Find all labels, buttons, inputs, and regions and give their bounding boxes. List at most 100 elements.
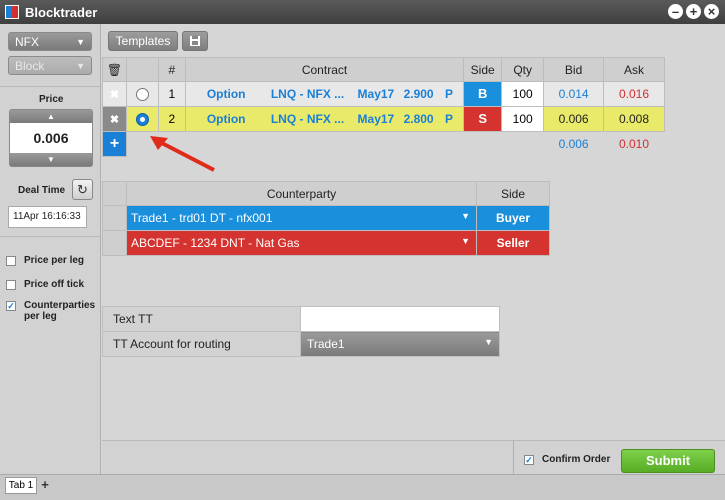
table-row[interactable]: Trade1 - trd01 DT - nfx001 ▼ Buyer bbox=[102, 205, 550, 231]
side-buy-button[interactable]: B bbox=[463, 81, 503, 107]
price-down-arrow-icon[interactable]: ▼ bbox=[10, 153, 92, 166]
gutter-cell bbox=[102, 205, 127, 231]
delete-all-icon[interactable]: 🗑 bbox=[102, 57, 127, 82]
chevron-down-icon: ▼ bbox=[461, 236, 470, 246]
select-column-header bbox=[125, 57, 159, 82]
column-header: Ask bbox=[603, 57, 665, 82]
gutter-cell bbox=[102, 230, 127, 256]
tt-account-select[interactable]: Trade1 ▼ bbox=[300, 331, 500, 357]
contract-put-call: P bbox=[444, 87, 453, 101]
save-template-icon[interactable] bbox=[182, 31, 208, 51]
price-up-arrow-icon[interactable]: ▲ bbox=[10, 110, 92, 123]
type-select: Block ▼ bbox=[8, 56, 92, 75]
side-sell-button[interactable]: S bbox=[463, 106, 503, 132]
option-label: Price off tick bbox=[24, 279, 85, 290]
contract-cell[interactable]: Option LNQ - NFX ... May17 2.900 P bbox=[184, 81, 465, 107]
table-row[interactable]: ABCDEF - 1234 DNT - Nat Gas ▼ Seller bbox=[102, 230, 550, 256]
leg-radio[interactable] bbox=[125, 106, 159, 132]
side-label: S bbox=[478, 111, 488, 126]
add-leg-icon[interactable]: + bbox=[102, 131, 127, 157]
remove-leg-icon[interactable]: ✖ bbox=[102, 106, 127, 132]
chevron-down-icon: ▼ bbox=[484, 337, 493, 347]
product-select-value: NFX bbox=[15, 34, 39, 49]
submit-button[interactable]: Submit bbox=[621, 449, 715, 473]
table-row-selected[interactable]: ✖ 2 Option LNQ - NFX ... May17 2.800 P S… bbox=[102, 106, 665, 132]
contract-cell[interactable]: Option LNQ - NFX ... May17 2.800 P bbox=[184, 106, 465, 132]
column-header: Contract bbox=[184, 57, 465, 82]
contract-strike: 2.900 bbox=[403, 87, 434, 101]
type-select-value: Block bbox=[15, 58, 45, 73]
contract-name: LNQ - NFX ... bbox=[270, 112, 345, 126]
column-header: Qty bbox=[501, 57, 545, 82]
maximize-icon[interactable]: + bbox=[686, 4, 701, 19]
title-bar: Blocktrader – + × bbox=[0, 0, 725, 24]
column-header: Bid bbox=[543, 57, 605, 82]
checkbox[interactable] bbox=[6, 280, 16, 290]
confirm-order-option[interactable]: ✓ Confirm Order bbox=[524, 454, 610, 465]
chevron-down-icon: ▼ bbox=[76, 60, 85, 71]
contract-expiry: May17 bbox=[357, 112, 395, 126]
bid-value: 0.006 bbox=[543, 106, 605, 132]
option-price-off-tick[interactable]: Price off tick bbox=[6, 279, 84, 290]
minimize-icon[interactable]: – bbox=[668, 4, 683, 19]
table-row[interactable]: ✖ 1 Option LNQ - NFX ... May17 2.900 P B… bbox=[102, 81, 665, 107]
bid-value: 0.014 bbox=[543, 81, 605, 107]
price-stepper[interactable]: ▲ 0.006 ▼ bbox=[9, 109, 93, 167]
contract-type: Option bbox=[206, 112, 246, 126]
total-ask: 0.010 bbox=[603, 131, 665, 157]
window-title: Blocktrader bbox=[25, 4, 98, 20]
bottom-bar: ✓ Confirm Order Submit bbox=[102, 440, 725, 475]
side-label: B bbox=[477, 86, 488, 101]
option-label: Price per leg bbox=[24, 255, 85, 266]
total-bid: 0.006 bbox=[543, 131, 604, 157]
leg-radio[interactable] bbox=[125, 81, 159, 107]
deal-time-input[interactable]: 11Apr 16:16:33 bbox=[8, 206, 87, 228]
divider bbox=[0, 236, 100, 237]
tt-account-value: Trade1 bbox=[307, 337, 345, 351]
confirm-order-label: Confirm Order bbox=[542, 454, 611, 465]
ask-value: 0.016 bbox=[603, 81, 665, 107]
tt-fields: Text TT TT Account for routing Trade1 ▼ bbox=[102, 306, 500, 357]
qty-input[interactable]: 100 bbox=[501, 81, 545, 107]
gutter-header bbox=[102, 181, 127, 206]
qty-input[interactable]: 100 bbox=[501, 106, 545, 132]
product-select[interactable]: NFX ▼ bbox=[8, 32, 92, 51]
leg-number: 1 bbox=[157, 81, 186, 107]
price-value[interactable]: 0.006 bbox=[10, 123, 92, 153]
contract-strike: 2.800 bbox=[403, 112, 434, 126]
text-tt-label: Text TT bbox=[102, 306, 301, 332]
close-icon[interactable]: × bbox=[704, 4, 719, 19]
divider bbox=[0, 86, 100, 87]
leg-number: 2 bbox=[157, 106, 186, 132]
divider bbox=[513, 441, 514, 475]
text-tt-input[interactable] bbox=[300, 306, 500, 332]
counterparty-select[interactable]: ABCDEF - 1234 DNT - Nat Gas ▼ bbox=[126, 230, 477, 256]
contract-put-call: P bbox=[444, 112, 453, 126]
app-logo-icon bbox=[5, 5, 19, 19]
left-panel: NFX ▼ Block ▼ Price ▲ 0.006 ▼ Deal Time … bbox=[0, 24, 101, 474]
templates-button[interactable]: Templates bbox=[108, 31, 178, 51]
counterparty-side: Buyer bbox=[476, 205, 550, 231]
tab-1[interactable]: Tab 1 bbox=[5, 477, 37, 494]
remove-leg-icon[interactable]: ✖ bbox=[102, 81, 127, 107]
column-header: Side bbox=[463, 57, 503, 82]
column-header: # bbox=[157, 57, 186, 82]
counterparty-select[interactable]: Trade1 - trd01 DT - nfx001 ▼ bbox=[126, 205, 477, 231]
checkbox-checked[interactable]: ✓ bbox=[6, 301, 16, 311]
ask-value: 0.008 bbox=[603, 106, 665, 132]
option-price-per-leg[interactable]: Price per leg bbox=[6, 255, 84, 266]
counterparty-grid: Counterparty Side Trade1 - trd01 DT - nf… bbox=[102, 181, 550, 256]
checkbox[interactable] bbox=[6, 256, 16, 266]
refresh-icon[interactable]: ↻ bbox=[72, 179, 93, 200]
tt-account-label: TT Account for routing bbox=[102, 331, 301, 357]
column-header: Side bbox=[476, 181, 550, 206]
add-tab-icon[interactable]: + bbox=[38, 477, 52, 494]
counterparty-name: Trade1 - trd01 DT - nfx001 bbox=[131, 211, 273, 225]
price-label: Price bbox=[39, 94, 64, 105]
tab-bar: Tab 1 + bbox=[0, 474, 725, 500]
contract-type: Option bbox=[206, 87, 246, 101]
option-counterparties-per-leg[interactable]: ✓ Counterparties per leg bbox=[6, 300, 96, 322]
checkbox-checked[interactable]: ✓ bbox=[524, 455, 534, 465]
option-label: Counterparties per leg bbox=[24, 300, 96, 322]
counterparty-name: ABCDEF - 1234 DNT - Nat Gas bbox=[131, 236, 300, 250]
